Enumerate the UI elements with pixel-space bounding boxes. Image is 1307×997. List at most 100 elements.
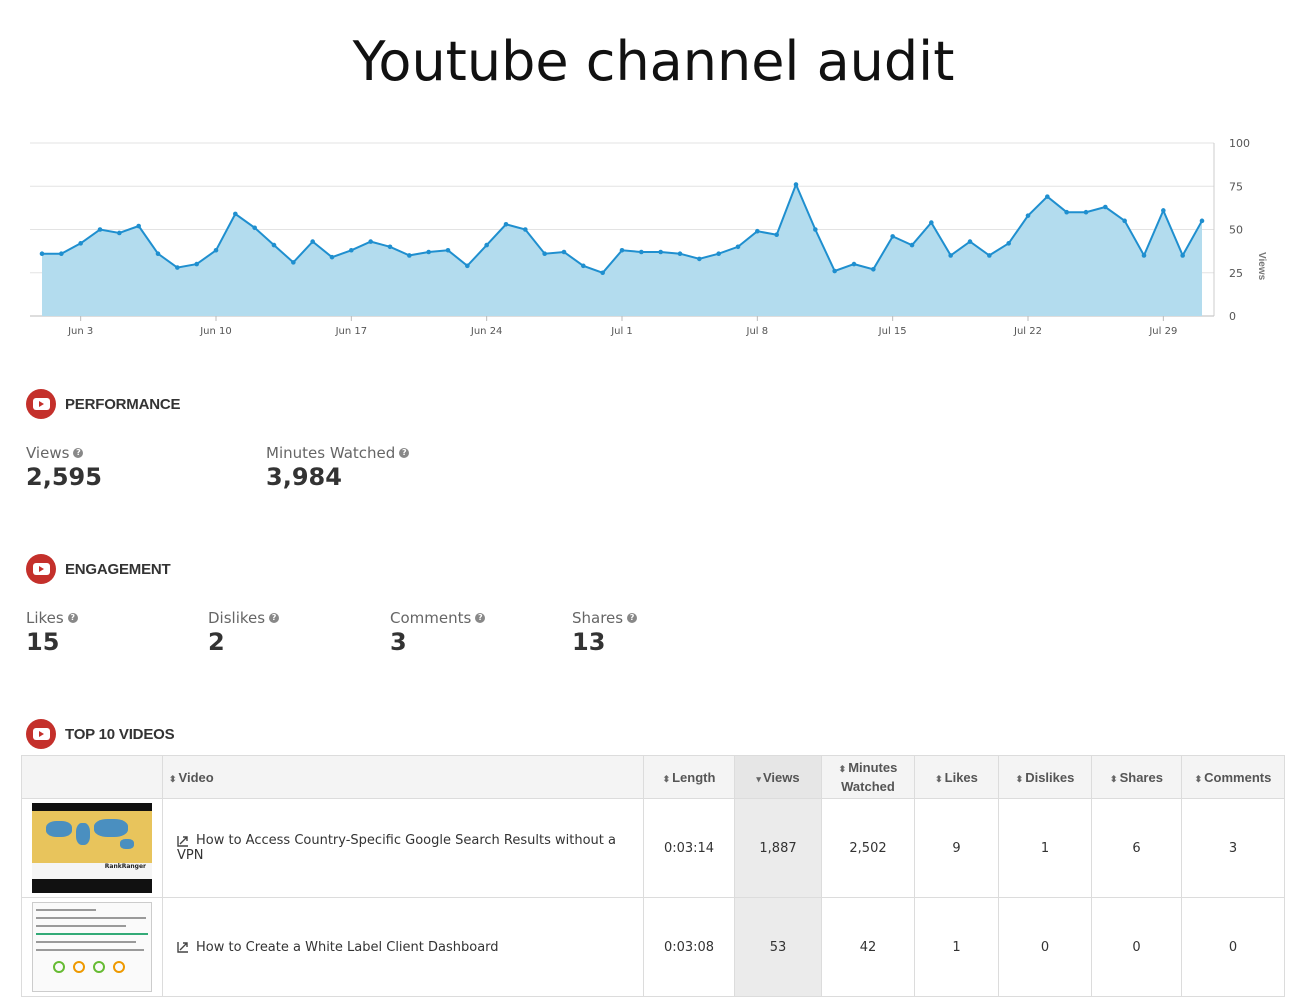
data-point	[987, 253, 992, 258]
metric-label: Views	[26, 444, 70, 462]
data-point	[658, 249, 663, 255]
data-point	[329, 254, 335, 260]
data-point	[967, 239, 973, 244]
question-icon[interactable]: ?	[627, 613, 638, 623]
data-point	[310, 239, 315, 244]
data-point	[252, 225, 257, 231]
shares-cell: 0	[1091, 897, 1182, 997]
external-link-icon[interactable]	[177, 941, 189, 953]
y-tick-label: 50	[1229, 224, 1243, 237]
data-point	[39, 251, 45, 257]
data-point	[59, 251, 64, 257]
sort-desc-icon: ▾	[756, 773, 761, 784]
data-point	[871, 266, 876, 272]
y-axis-label: Views	[1256, 252, 1267, 281]
column-header-views[interactable]: ▾ Views	[734, 755, 822, 799]
length-cell: 0:03:14	[643, 798, 735, 898]
video-thumbnail[interactable]	[32, 902, 152, 992]
x-tick-label: Jul 22	[1013, 326, 1042, 337]
data-point	[948, 253, 953, 258]
data-point	[793, 182, 799, 187]
video-thumbnail-cell: RankRanger	[21, 798, 163, 898]
video-thumbnail[interactable]: RankRanger	[32, 803, 152, 893]
views-cell: 1,887	[734, 798, 822, 898]
data-point	[175, 265, 180, 270]
data-point	[1122, 218, 1127, 224]
data-point	[271, 242, 277, 248]
data-point	[735, 244, 741, 250]
dislikes-metric: Dislikes? 2	[208, 609, 280, 656]
question-icon[interactable]: ?	[67, 613, 78, 623]
video-title[interactable]: How to Create a White Label Client Dashb…	[196, 940, 499, 955]
page-title: Youtube channel audit	[352, 30, 955, 93]
metric-label: Shares	[572, 609, 624, 627]
data-point	[445, 247, 451, 253]
data-point	[1199, 218, 1205, 224]
x-axis-ticks: Jun 3 Jun 10 Jun 17 Jun 24 Jul 1 Jul 8 Jul 15 J…	[67, 316, 1177, 337]
shares-metric: Shares? 13	[572, 609, 638, 656]
question-icon[interactable]: ?	[73, 448, 84, 458]
data-point	[368, 239, 373, 244]
data-point	[484, 242, 489, 248]
y-tick-label: 25	[1229, 267, 1243, 280]
data-point	[523, 227, 528, 232]
metric-label: Likes	[26, 609, 64, 627]
top-videos-table: ⬍ Video ⬍ Length ▾ Views ⬍ Minutes Watched ⬍ L…	[21, 755, 1285, 997]
column-header-dislikes[interactable]: ⬍ Dislikes	[998, 755, 1092, 799]
y-tick-label: 0	[1229, 310, 1236, 323]
data-point	[890, 234, 895, 239]
youtube-icon	[26, 554, 56, 584]
question-icon[interactable]: ?	[475, 613, 486, 623]
column-header-minutes-watched[interactable]: ⬍ Minutes Watched	[821, 755, 915, 799]
x-tick-label: Jul 29	[1148, 326, 1177, 337]
performance-section-header: PERFORMANCE	[26, 389, 181, 419]
table-header-row: ⬍ Video ⬍ Length ▾ Views ⬍ Minutes Watched ⬍ L…	[21, 755, 1285, 799]
data-point	[581, 263, 586, 269]
data-point	[349, 247, 354, 253]
video-title-cell[interactable]: How to Create a White Label Client Dashb…	[162, 897, 644, 997]
metric-value: 3,984	[266, 463, 342, 491]
data-point	[407, 253, 412, 258]
data-point	[909, 242, 915, 248]
data-point	[136, 223, 141, 229]
data-point	[1180, 253, 1185, 258]
data-point	[639, 249, 644, 255]
video-title-cell[interactable]: How to Access Country-Specific Google Se…	[162, 798, 644, 898]
y-tick-label: 75	[1229, 180, 1243, 193]
sort-icon: ⬍	[169, 773, 177, 784]
section-title: TOP 10 VIDEOS	[65, 725, 175, 743]
comments-metric: Comments? 3	[390, 609, 486, 656]
external-link-icon[interactable]	[177, 835, 189, 847]
column-header-video[interactable]: ⬍ Video	[162, 755, 644, 799]
shares-cell: 6	[1091, 798, 1182, 898]
data-point	[1045, 194, 1050, 199]
thumbnail-brand: RankRanger	[104, 863, 146, 870]
column-header-shares[interactable]: ⬍ Shares	[1091, 755, 1182, 799]
question-icon[interactable]: ?	[399, 448, 410, 458]
data-point	[716, 251, 721, 257]
data-point	[832, 268, 837, 274]
column-header-length[interactable]: ⬍ Length	[643, 755, 735, 799]
section-title: PERFORMANCE	[65, 395, 181, 413]
sort-icon: ⬍	[1194, 773, 1203, 784]
data-point	[1083, 209, 1089, 215]
y-tick-label: 100	[1229, 137, 1250, 150]
sort-icon: ⬍	[838, 764, 847, 774]
metric-value: 3	[390, 628, 407, 656]
likes-cell: 9	[914, 798, 999, 898]
data-point	[1025, 213, 1031, 218]
comments-cell: 3	[1181, 798, 1285, 898]
data-point	[677, 251, 683, 257]
data-point	[600, 270, 605, 276]
column-header-likes[interactable]: ⬍ Likes	[914, 755, 999, 799]
views-chart: 0 25 50 75 100 Jun 3 Jun 10 Jun 17 Jun 24 Jul 1J…	[30, 137, 1267, 337]
top-videos-section-header: TOP 10 VIDEOS	[26, 719, 175, 749]
video-thumbnail-cell	[21, 897, 163, 997]
views-metric: Views? 2,595	[26, 444, 102, 491]
data-point	[1141, 253, 1147, 258]
video-title[interactable]: How to Access Country-Specific Google Se…	[177, 833, 616, 863]
data-point	[387, 244, 393, 250]
column-header-comments[interactable]: ⬍ Comments	[1181, 755, 1285, 799]
metric-label: Comments	[390, 609, 472, 627]
question-icon[interactable]: ?	[269, 613, 280, 623]
